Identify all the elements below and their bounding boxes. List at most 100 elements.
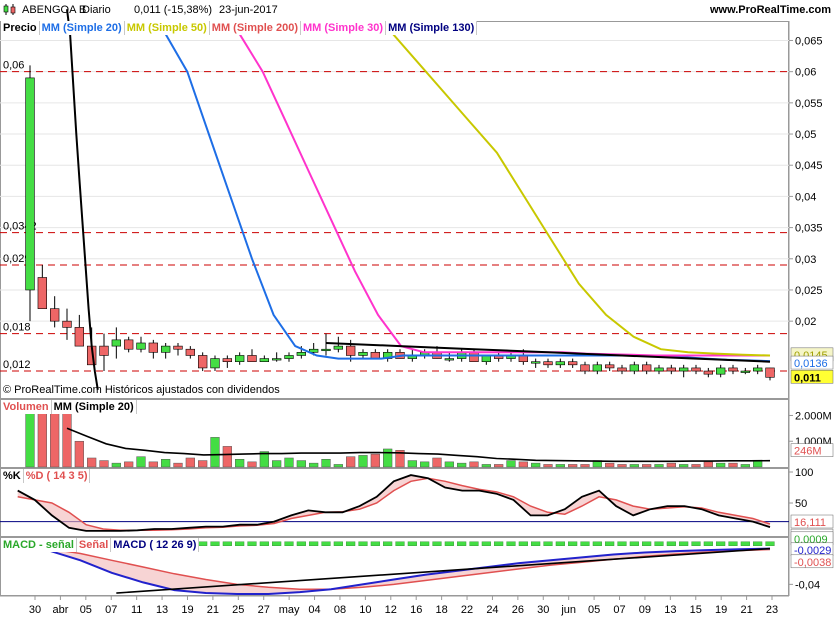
volume-bar — [37, 407, 47, 468]
candle-body — [333, 345, 344, 350]
macd-hist-bar — [370, 541, 380, 546]
macd-hist-bar — [494, 541, 504, 546]
volume-bar — [555, 464, 565, 468]
candle-body — [210, 358, 220, 369]
signal-badge: -0,0038 — [794, 557, 831, 569]
macd-hist-bar — [469, 541, 479, 546]
x-tick-label: 15 — [690, 604, 702, 616]
volume-bar — [753, 460, 763, 468]
volume-bar — [580, 464, 590, 468]
chart-window: ABENGOA B Diario 0,011 (-15,38%) 23-jun-… — [0, 0, 835, 620]
volume-bar — [666, 462, 676, 468]
volume-bar — [531, 462, 541, 468]
legend-ma20[interactable]: MM (Simple 20) — [40, 21, 125, 35]
legend-ma130[interactable]: MM (Simple 130) — [386, 21, 478, 35]
volume-bar — [481, 464, 491, 468]
volume-bar — [518, 461, 528, 468]
macd-tick-label: -0,04 — [795, 579, 820, 591]
stoch-d-badge: 16,111 — [794, 517, 826, 529]
candle-body — [604, 364, 615, 369]
x-tick-label: 13 — [156, 604, 168, 616]
x-tick-label: 12 — [385, 604, 397, 616]
candle-body — [543, 361, 553, 366]
candle-body — [617, 367, 627, 372]
macd-hist-bar — [506, 541, 516, 546]
candle-body — [49, 308, 60, 322]
macd-hist-bar — [383, 541, 393, 546]
macd-hist-bar — [457, 541, 467, 546]
macd-hist-bar — [259, 541, 269, 546]
candle-body — [296, 352, 307, 356]
stochastic-lines: 100 50 — [0, 467, 813, 532]
level-label: 0,012 — [3, 359, 31, 371]
macd-hist-bar — [605, 541, 615, 546]
volume-ma-line — [66, 427, 771, 463]
macd-hist-bar — [358, 541, 368, 546]
legend-ma50[interactable]: MM (Simple 50) — [125, 21, 210, 35]
date-axis: 30 abr 05 07 11 13 19 21 25 27 may 04 08 10 12 16 18 22 24… — [29, 596, 778, 616]
volume-bar — [148, 461, 158, 468]
legend-signal[interactable]: Señal — [77, 538, 112, 552]
macd-hist-bar — [210, 541, 220, 546]
legend-ma200[interactable]: MM (Simple 200) — [210, 21, 301, 35]
candle-body — [25, 77, 35, 291]
volume-bar — [136, 456, 146, 468]
x-tick-label: 27 — [258, 604, 270, 616]
x-tick-label: 22 — [461, 604, 473, 616]
legend-d[interactable]: %D ( 14 3 5) — [24, 469, 91, 483]
candle-body — [247, 355, 257, 362]
price-axis: 0,065 0,06 0,055 0,05 0,045 0,04 0,035 0,03 0,02… — [789, 35, 823, 328]
candle-body — [469, 352, 479, 362]
volume-bar — [716, 462, 726, 468]
macd-hist-bar — [481, 541, 491, 546]
chart-canvas[interactable]: 0,060,03420,0290,0180,012 0,0650,060,055… — [0, 0, 835, 620]
volume-bar — [284, 457, 294, 468]
candle-body — [654, 367, 664, 372]
volume-bar — [605, 462, 615, 468]
volume-bar — [346, 456, 356, 468]
y-tick-label: 0,04 — [795, 191, 816, 203]
legend-volume[interactable]: Volumen — [1, 400, 52, 414]
volume-bar — [629, 464, 639, 468]
volume-bar — [272, 460, 282, 468]
candle-body — [173, 345, 183, 350]
volume-bar — [494, 464, 504, 468]
volume-bar — [210, 437, 220, 468]
candle-body — [197, 355, 208, 369]
candle-body — [136, 342, 146, 350]
macd-hist-bar — [235, 541, 245, 546]
macd-hist-bar — [592, 541, 602, 546]
macd-hist-bar — [272, 541, 282, 546]
y-tick-label: 0,02 — [795, 316, 816, 328]
macd-hist-bar — [222, 541, 232, 546]
volume-bar — [568, 464, 578, 468]
legend-macd[interactable]: MACD ( 12 26 9) — [111, 538, 200, 552]
candle-body — [765, 367, 775, 378]
volume-legend: Volumen MM (Simple 20) — [1, 400, 137, 414]
volume-badge: 246M — [794, 446, 822, 458]
volume-bar — [358, 455, 368, 468]
candle-body — [740, 370, 751, 373]
x-tick-label: 19 — [715, 604, 727, 616]
volume-bar — [185, 457, 195, 468]
legend-volume-ma[interactable]: MM (Simple 20) — [52, 400, 137, 414]
volume-bar — [444, 461, 454, 468]
legend-k[interactable]: %K — [1, 469, 24, 483]
volume-bar — [99, 460, 109, 468]
stoch-legend: %K %D ( 14 3 5) — [1, 469, 91, 483]
legend-ma30[interactable]: MM (Simple 30) — [301, 21, 387, 35]
candle-body — [321, 348, 331, 352]
x-tick-label: 10 — [359, 604, 371, 616]
volume-bar — [679, 464, 689, 468]
price-badge: 0,011 — [794, 372, 821, 384]
macd-hist-bar — [629, 541, 639, 546]
macd-hist-bar — [740, 541, 750, 546]
volume-bar — [506, 460, 516, 468]
y-tick-label: 0,065 — [795, 35, 823, 47]
legend-price[interactable]: Precio — [1, 21, 40, 35]
legend-macd-hist[interactable]: MACD - señal — [1, 538, 77, 552]
x-tick-label: 11 — [131, 604, 142, 616]
candle-body — [530, 361, 541, 364]
x-tick-label: 04 — [308, 604, 320, 616]
volume-bar — [124, 461, 134, 468]
